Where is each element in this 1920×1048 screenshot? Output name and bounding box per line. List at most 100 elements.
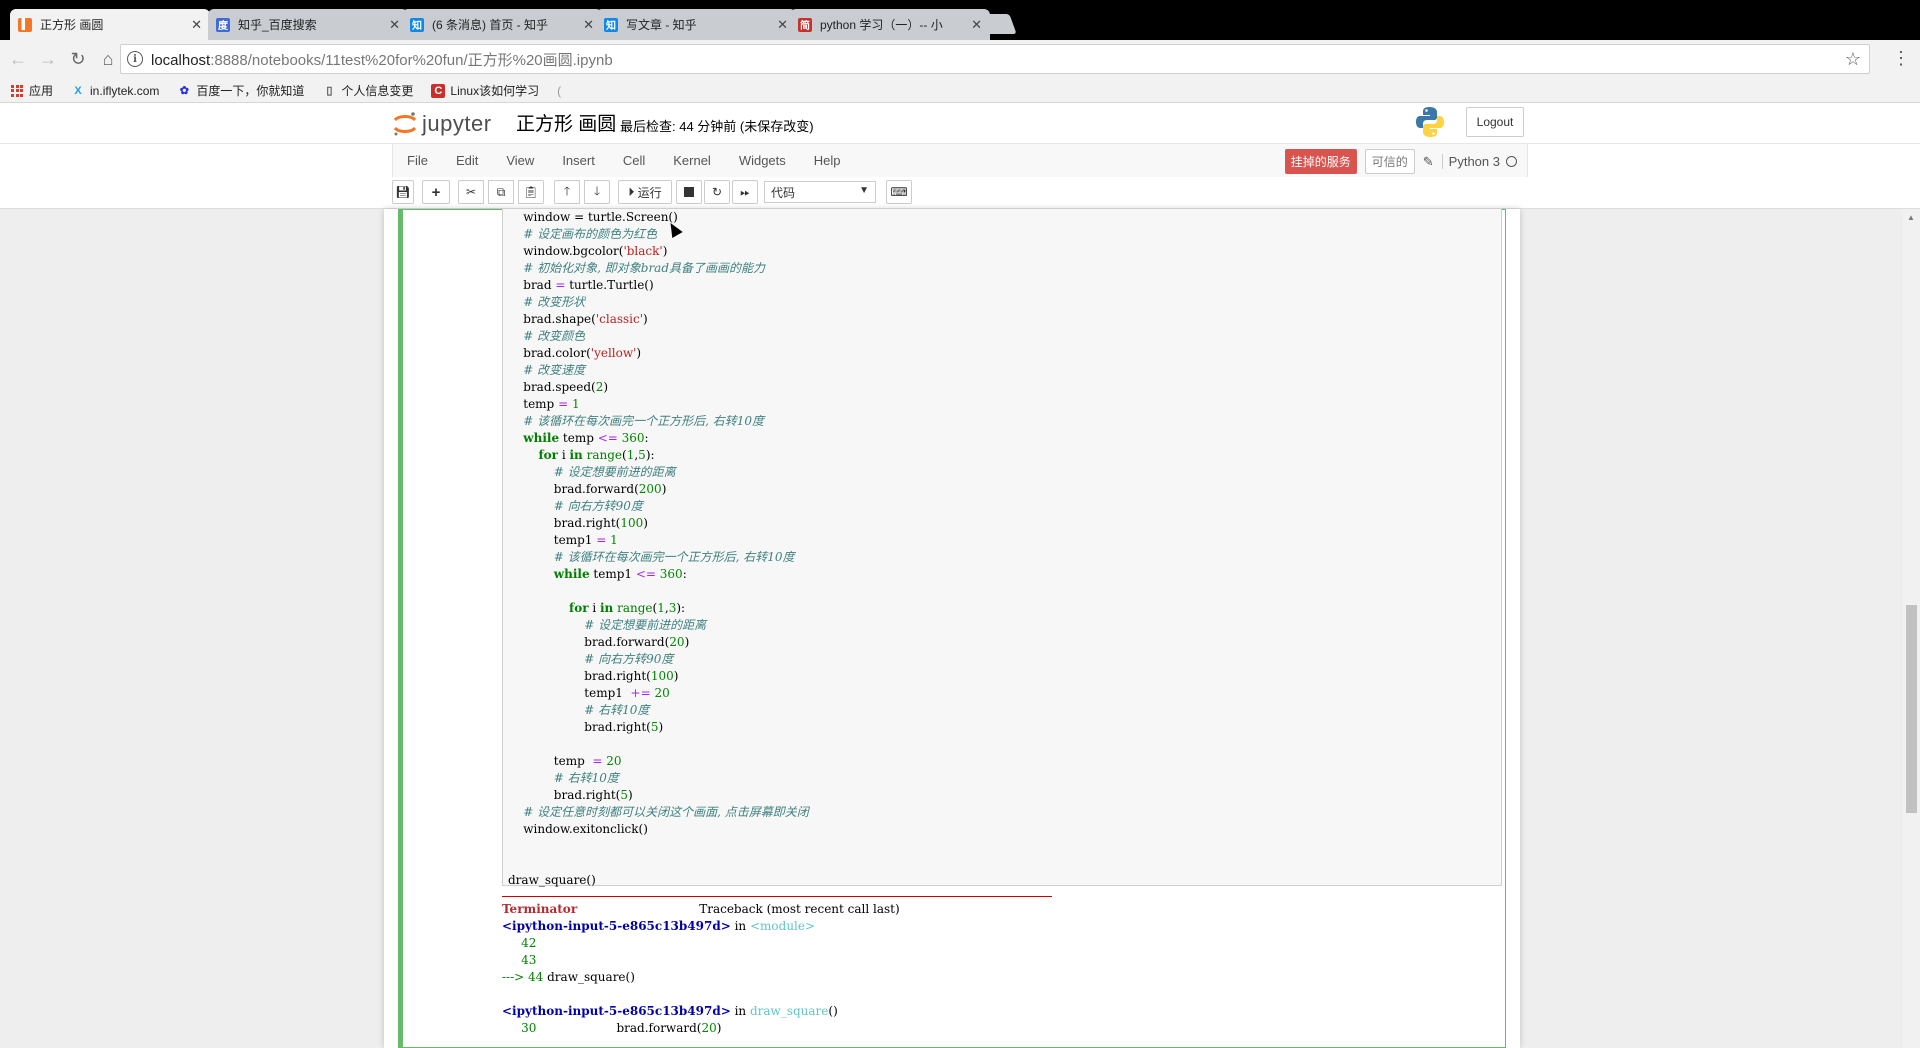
- stop-icon: [684, 187, 694, 197]
- logout-button[interactable]: Logout: [1466, 107, 1524, 137]
- bookmarks-bar: 应用 X in.iflytek.com ✿ 百度一下，你就知道 ▯ 个人信息变更…: [0, 79, 1920, 103]
- insert-cell-button[interactable]: +: [422, 180, 450, 204]
- scrollbar-thumb[interactable]: [1906, 605, 1917, 813]
- restart-run-all-button[interactable]: ⏩︎: [732, 180, 758, 204]
- bookmark-apps[interactable]: 应用: [10, 82, 53, 99]
- new-tab-button[interactable]: [979, 14, 1017, 34]
- address-bar[interactable]: i localhost:8888/notebooks/11test%20for%…: [120, 44, 1870, 74]
- browser-navbar: ← → ↻ ⌂ i localhost:8888/notebooks/11tes…: [0, 40, 1920, 79]
- jupyter-logo[interactable]: jupyter: [392, 111, 492, 137]
- jupyter-wordmark: jupyter: [422, 111, 492, 136]
- move-up-button[interactable]: 🡑: [554, 180, 580, 204]
- tab-title: 写文章 - 知乎: [626, 18, 697, 32]
- back-icon[interactable]: ←: [6, 48, 30, 72]
- browser-tab[interactable]: 简 python 学习（一）-- 小 ✕: [790, 9, 990, 40]
- bookmark-personal-info[interactable]: ▯ 个人信息变更: [322, 82, 413, 99]
- kernel-status: 挂掉的服务 可信的 ✎ Python 3: [1284, 149, 1517, 174]
- trusted-badge[interactable]: 可信的: [1364, 149, 1415, 174]
- menu-edit[interactable]: Edit: [442, 153, 492, 168]
- bookmark-linux[interactable]: C Linux该如何学习: [431, 82, 539, 99]
- arrow-down-icon: 🡓: [593, 183, 601, 198]
- notebook-container: window = turtle.Screen() # 设定画布的颜色为红色 wi…: [384, 208, 1520, 1048]
- kernel-name: Python 3: [1441, 154, 1500, 169]
- bookmark-label: (: [557, 83, 562, 98]
- close-icon[interactable]: ✕: [389, 17, 400, 33]
- home-icon[interactable]: ⌂: [96, 48, 120, 72]
- caret-down-icon: ▼: [859, 185, 869, 196]
- paste-icon: 📋︎: [523, 185, 539, 199]
- tab-title: 正方形 画圆: [40, 18, 104, 32]
- page-scrollbar[interactable]: ▲: [1903, 209, 1920, 1048]
- bookmark-star-icon[interactable]: ☆: [1845, 49, 1861, 70]
- menu-kernel[interactable]: Kernel: [659, 153, 725, 168]
- error-output: Terminator Traceback (most recent call l…: [502, 896, 1502, 1037]
- notebook-name[interactable]: 正方形 画圆: [516, 109, 616, 136]
- cell-type-value: 代码: [771, 185, 796, 200]
- command-palette-button[interactable]: ⌨: [886, 180, 912, 204]
- iflytek-icon: X: [74, 84, 82, 97]
- baidu-icon: 度: [216, 17, 230, 32]
- save-button[interactable]: 💾︎: [392, 180, 414, 204]
- tab-title: python 学习（一）-- 小: [820, 18, 943, 32]
- interrupt-button[interactable]: [676, 180, 702, 204]
- run-button[interactable]: ⏵︎ 运行: [618, 180, 672, 204]
- bookmark-label: 个人信息变更: [341, 84, 414, 98]
- forward-icon[interactable]: →: [36, 48, 60, 72]
- kernel-dead-badge[interactable]: 挂掉的服务: [1284, 149, 1357, 174]
- browser-tab[interactable]: 知 写文章 - 知乎 ✕: [596, 9, 796, 40]
- menu-kebab-icon[interactable]: ⋮: [1892, 48, 1910, 69]
- checkpoint-status: 最后检查: 44 分钟前 (未保存改变): [620, 119, 814, 134]
- kernel-indicator-icon: [1506, 156, 1517, 167]
- bookmark-iflytek[interactable]: X in.iflytek.com: [71, 84, 159, 98]
- menu-insert[interactable]: Insert: [548, 153, 609, 168]
- save-icon: 💾︎: [395, 185, 411, 199]
- scroll-up-icon[interactable]: ▲: [1907, 213, 1915, 222]
- step-forward-icon: ⏵︎: [628, 184, 635, 199]
- restart-icon: ↻: [711, 185, 723, 199]
- notebook-site: window = turtle.Screen() # 设定画布的颜色为红色 wi…: [0, 208, 1920, 1048]
- notebook-icon: ▌: [18, 17, 32, 32]
- close-icon[interactable]: ✕: [191, 17, 202, 33]
- paste-button[interactable]: 📋︎: [518, 180, 544, 204]
- baidu-paw-icon: ✿: [179, 85, 189, 97]
- menu-file[interactable]: File: [393, 153, 442, 168]
- scissors-icon: ✂: [465, 185, 477, 199]
- browser-tab[interactable]: 知 (6 条消息) 首页 - 知乎 ✕: [402, 9, 602, 40]
- browser-tab[interactable]: 度 知乎_百度搜索 ✕: [208, 9, 408, 40]
- bookmark-label: 应用: [29, 84, 54, 98]
- menu-widgets[interactable]: Widgets: [725, 153, 800, 168]
- restart-button[interactable]: ↻: [704, 180, 730, 204]
- zhihu-icon: 知: [410, 17, 424, 32]
- info-icon[interactable]: i: [127, 51, 143, 67]
- code-editor[interactable]: window = turtle.Screen() # 设定画布的颜色为红色 wi…: [508, 209, 809, 889]
- plus-icon: +: [431, 183, 441, 201]
- bookmark-label: in.iflytek.com: [90, 83, 160, 98]
- move-down-button[interactable]: 🡓: [584, 180, 610, 204]
- reload-icon[interactable]: ↻: [66, 48, 90, 72]
- bookmark-truncated[interactable]: (: [557, 84, 561, 98]
- menu-cell[interactable]: Cell: [609, 153, 659, 168]
- traceback-rule: [502, 896, 1052, 897]
- code-cell[interactable]: window = turtle.Screen() # 设定画布的颜色为红色 wi…: [398, 208, 1506, 1048]
- menubar: File Edit View Insert Cell Kernel Widget…: [0, 143, 1920, 178]
- page-icon: ▯: [326, 85, 333, 97]
- cut-button[interactable]: ✂: [458, 180, 484, 204]
- menu-help[interactable]: Help: [800, 153, 855, 168]
- bookmark-label: 百度一下，你就知道: [196, 84, 305, 98]
- keyboard-icon: ⌨: [890, 185, 908, 199]
- copy-icon: ⧉: [496, 184, 506, 199]
- copy-button[interactable]: ⧉: [488, 180, 514, 204]
- tab-title: (6 条消息) 首页 - 知乎: [432, 18, 548, 32]
- pencil-icon[interactable]: ✎: [1423, 154, 1434, 170]
- jupyter-logo-icon: [393, 112, 417, 136]
- notebook-toolbar: 💾︎ + ✂ ⧉ 📋︎ 🡑 🡓 ⏵︎ 运行 ↻ ⏩︎ 代码 ▼ ⌨: [0, 177, 1920, 209]
- code-input-area[interactable]: window = turtle.Screen() # 设定画布的颜色为红色 wi…: [502, 208, 1502, 889]
- cell-type-select[interactable]: 代码 ▼: [764, 181, 876, 203]
- close-icon[interactable]: ✕: [777, 17, 788, 33]
- zhihu-icon: 知: [604, 17, 618, 32]
- bookmark-baidu[interactable]: ✿ 百度一下，你就知道: [177, 82, 305, 99]
- browser-tab-active[interactable]: ▌ 正方形 画圆 ✕: [10, 9, 210, 40]
- close-icon[interactable]: ✕: [583, 17, 594, 33]
- arrow-up-icon: 🡑: [563, 183, 571, 198]
- menu-view[interactable]: View: [492, 153, 548, 168]
